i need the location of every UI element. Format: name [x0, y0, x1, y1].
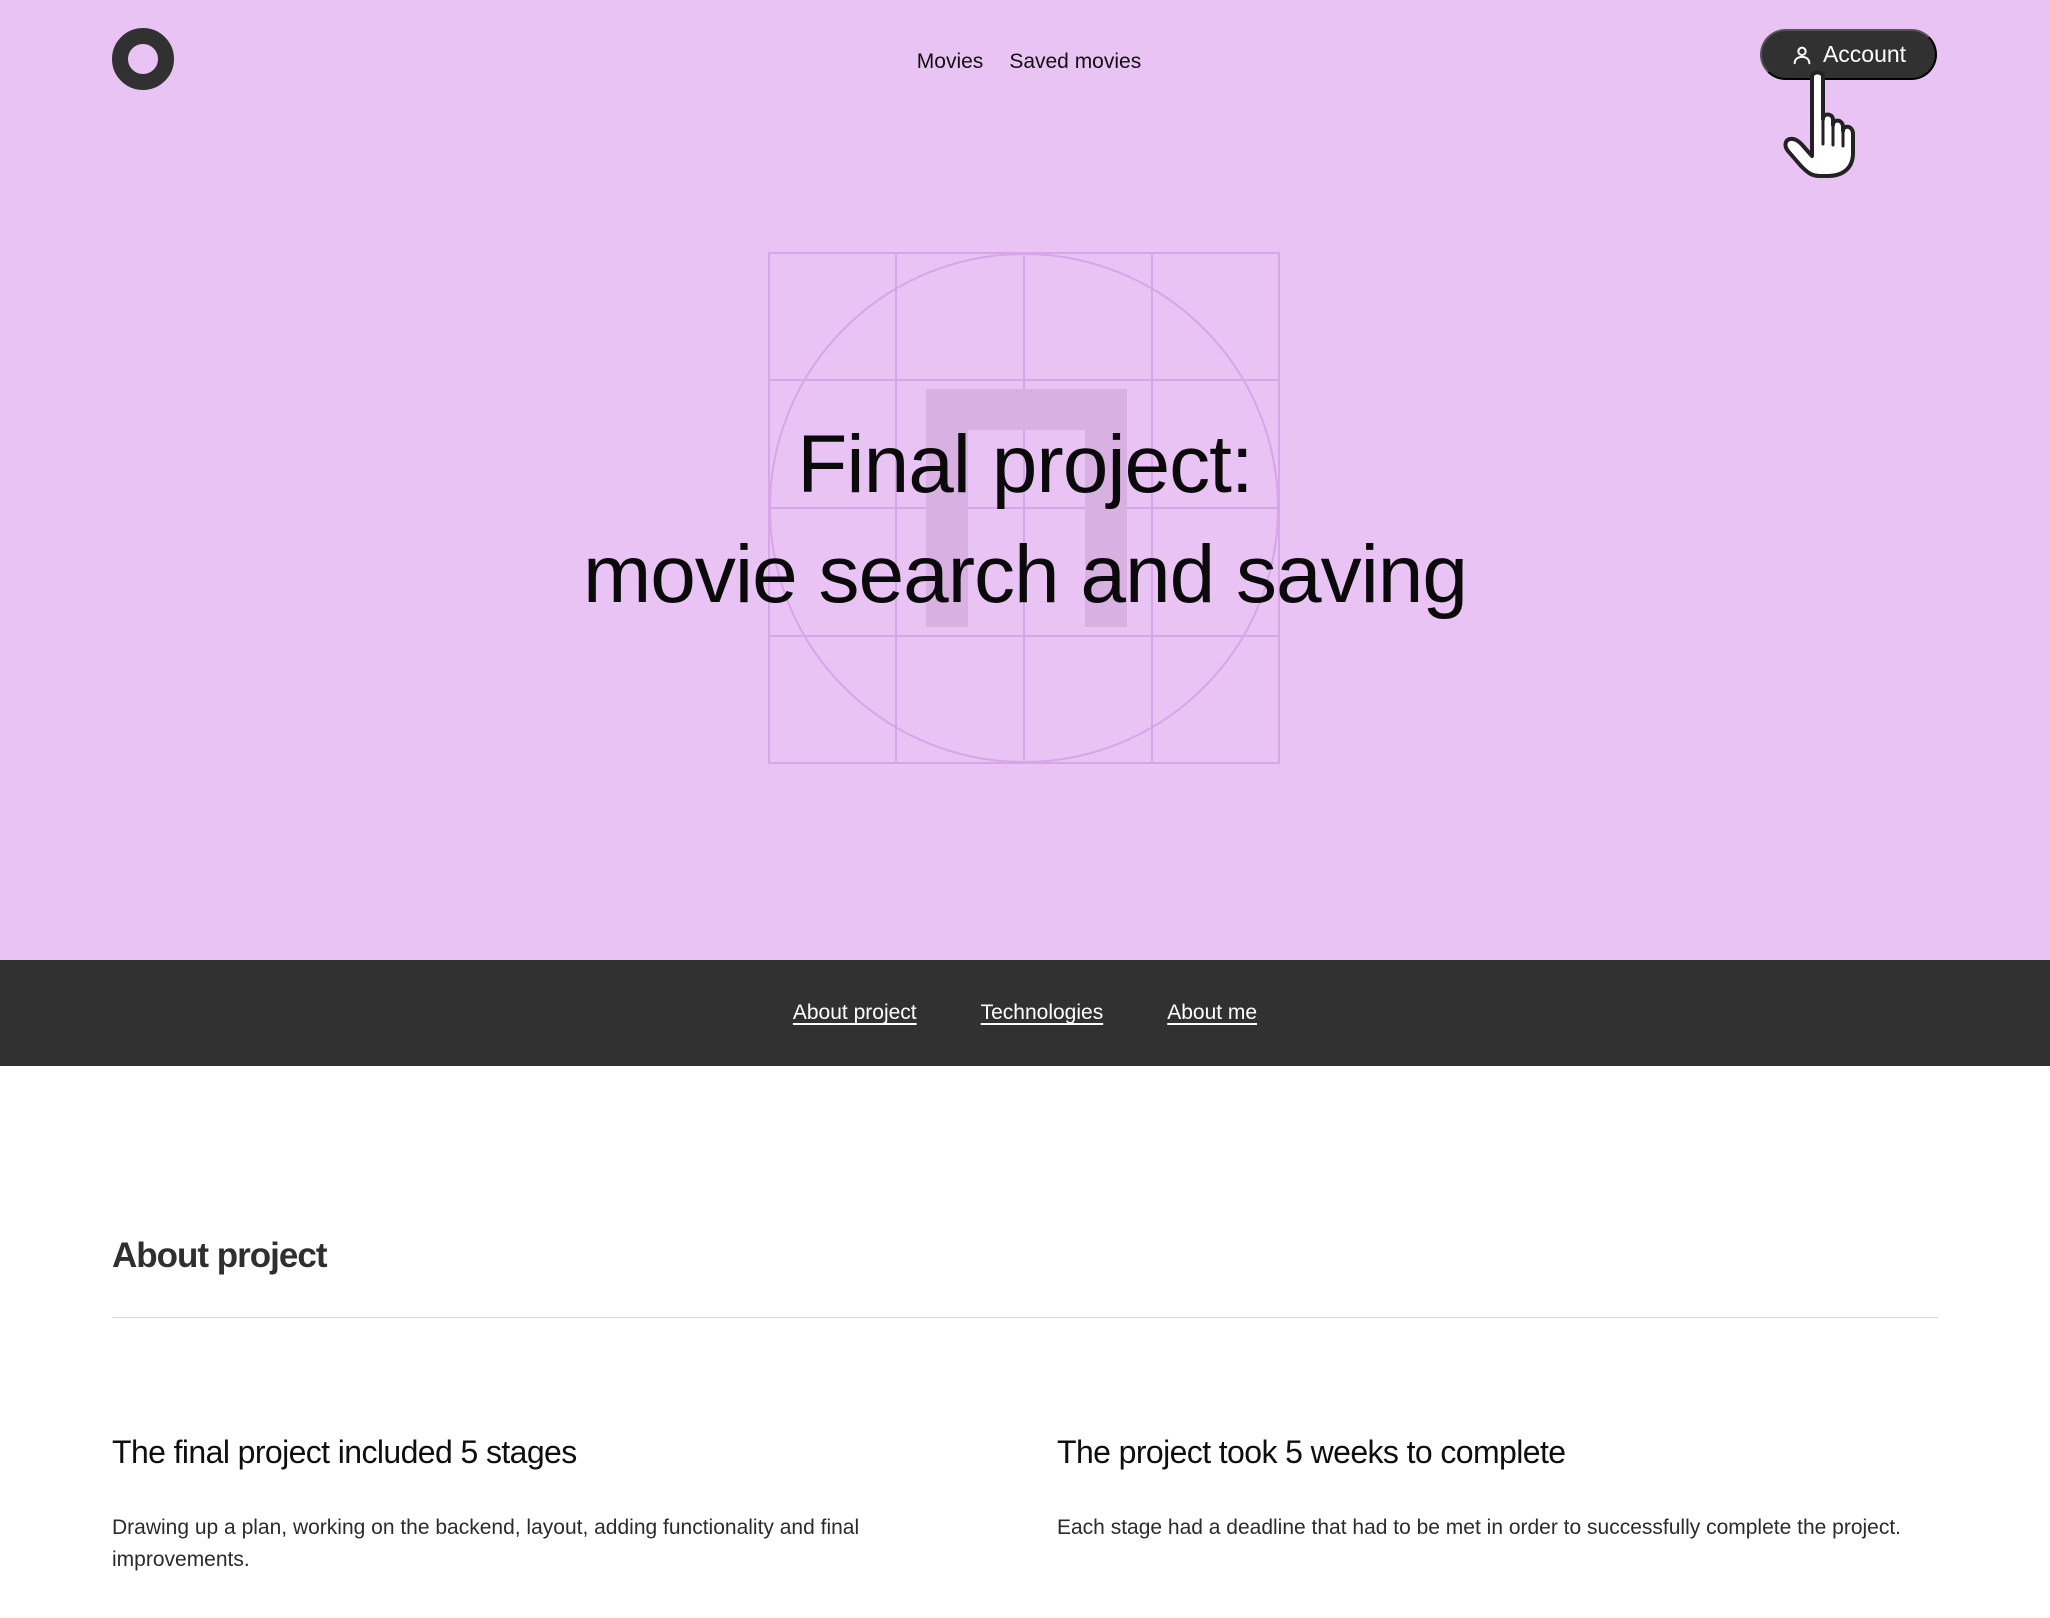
section-nav: About project Technologies About me — [0, 960, 2050, 1066]
header-nav: Movies Saved movies — [0, 50, 2050, 74]
section-link-about-me[interactable]: About me — [1167, 1001, 1257, 1025]
about-column-stages: The final project included 5 stages Draw… — [112, 1432, 992, 1576]
account-button[interactable]: Account — [1760, 29, 1937, 80]
about-heading-weeks: The project took 5 weeks to complete — [1057, 1434, 1566, 1470]
about-heading-stages: The final project included 5 stages — [112, 1434, 577, 1470]
hero-title-line-2: movie search and saving — [582, 529, 1468, 620]
landing-page: Movies Saved movies Account Final projec… — [0, 0, 2050, 1618]
user-icon — [1791, 44, 1813, 66]
nav-link-saved-movies[interactable]: Saved movies — [1009, 50, 1141, 74]
hero-title-line-1: Final project: — [797, 419, 1253, 510]
hero-section: Movies Saved movies Account Final projec… — [0, 0, 2050, 960]
account-button-label: Account — [1822, 41, 1907, 67]
section-link-technologies[interactable]: Technologies — [981, 1001, 1104, 1025]
hand-cursor-icon — [1783, 70, 1855, 178]
about-column-weeks: The project took 5 weeks to complete Eac… — [1057, 1432, 1937, 1544]
nav-link-movies[interactable]: Movies — [917, 50, 984, 74]
hero-title: Final project: movie search and saving — [0, 410, 2050, 630]
about-text-stages: Drawing up a plan, working on the backen… — [112, 1516, 860, 1571]
section-divider — [112, 1317, 1938, 1318]
section-link-about-project[interactable]: About project — [793, 1001, 917, 1025]
about-project-title: About project — [112, 1236, 327, 1275]
about-text-weeks: Each stage had a deadline that had to be… — [1057, 1516, 1902, 1539]
